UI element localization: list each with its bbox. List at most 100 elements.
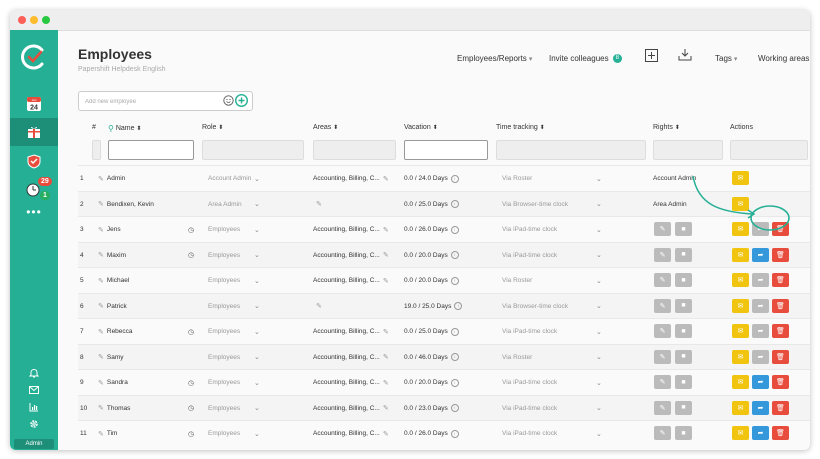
add-employee-input[interactable] xyxy=(83,94,222,109)
role-select[interactable]: Employees xyxy=(208,396,274,421)
edit-icon[interactable]: ✎ xyxy=(383,353,389,361)
employee-name-link[interactable]: ✎ Samy xyxy=(98,345,124,370)
chevron-down-icon[interactable]: ⌄ xyxy=(254,268,260,293)
chevron-down-icon[interactable]: ⌄ xyxy=(596,370,602,395)
edit-icon[interactable]: ✎ xyxy=(316,302,322,310)
sidebar-item-more[interactable]: ••• xyxy=(10,198,58,226)
time-tracking-select[interactable]: Via Roster xyxy=(502,166,592,191)
edit-rights-button[interactable]: ✎ xyxy=(654,400,671,415)
share-button[interactable]: ➦ xyxy=(752,426,769,440)
edit-icon[interactable]: ✎ xyxy=(383,175,389,183)
time-tracking-select[interactable]: Via iPad-time clock xyxy=(502,217,592,242)
delete-button[interactable]: 🗑 xyxy=(772,375,789,389)
share-button[interactable]: ➦ xyxy=(752,222,769,236)
send-mail-button[interactable]: ✉ xyxy=(732,171,749,185)
employee-name-link[interactable]: ✎ Sandra xyxy=(98,370,128,395)
lock-rights-button[interactable]: ■ xyxy=(675,324,692,338)
delete-button[interactable]: 🗑 xyxy=(772,298,789,313)
edit-icon[interactable]: ✎ xyxy=(316,200,322,208)
time-tracking-select[interactable]: Via Browser-time clock xyxy=(502,192,592,217)
lock-rights-button[interactable]: ■ xyxy=(675,273,692,287)
time-tracking-select[interactable]: Via Browser-time clock xyxy=(502,294,592,319)
delete-button[interactable]: 🗑 xyxy=(772,426,789,440)
info-icon[interactable]: i xyxy=(450,225,459,234)
role-select[interactable]: Employees xyxy=(208,370,274,395)
column-header-rights[interactable]: Rights ⬍ xyxy=(653,124,680,131)
sidebar-item-absences[interactable] xyxy=(10,147,58,175)
role-select[interactable]: Employees xyxy=(208,421,274,446)
emoji-icon[interactable] xyxy=(223,95,234,106)
sidebar-item-settings[interactable] xyxy=(10,417,58,431)
minimize-window-button[interactable] xyxy=(30,16,38,24)
send-mail-button[interactable]: ✉ xyxy=(732,426,749,440)
employee-name-link[interactable]: ✎ Rebecca xyxy=(98,319,133,344)
column-header-role[interactable]: Role ⬍ xyxy=(202,124,223,131)
column-header-time-tracking[interactable]: Time tracking ⬍ xyxy=(496,124,545,131)
role-select[interactable]: Employees xyxy=(208,243,274,268)
edit-rights-button[interactable]: ✎ xyxy=(654,298,671,313)
employee-name-link[interactable]: ✎ Maxim xyxy=(98,243,126,268)
nav-working-areas[interactable]: Working areas▾ xyxy=(758,54,810,63)
edit-rights-button[interactable]: ✎ xyxy=(654,349,671,364)
edit-icon[interactable]: ✎ xyxy=(383,251,389,259)
chevron-down-icon[interactable]: ⌄ xyxy=(254,345,260,370)
chevron-down-icon[interactable]: ⌄ xyxy=(254,421,260,446)
add-employee-button[interactable] xyxy=(235,94,248,107)
edit-icon[interactable]: ✎ xyxy=(383,226,389,234)
nav-invite-colleagues[interactable]: Invite colleagues 8 xyxy=(549,54,622,63)
chevron-down-icon[interactable]: ⌄ xyxy=(596,217,602,242)
nav-employees-reports[interactable]: Employees/Reports ▾ xyxy=(457,54,532,63)
role-select[interactable]: Employees xyxy=(208,345,274,370)
lock-rights-button[interactable]: ■ xyxy=(675,298,692,313)
delete-button[interactable]: 🗑 xyxy=(772,324,789,338)
column-header-areas[interactable]: Areas ⬍ xyxy=(313,124,338,131)
employee-name-link[interactable]: ✎ Jens xyxy=(98,217,121,242)
edit-icon[interactable]: ✎ xyxy=(383,277,389,285)
role-select[interactable]: Employees xyxy=(208,319,274,344)
send-mail-button[interactable]: ✉ xyxy=(732,298,749,313)
delete-button[interactable]: 🗑 xyxy=(772,222,789,236)
chevron-down-icon[interactable]: ⌄ xyxy=(596,268,602,293)
time-tracking-select[interactable]: Via iPad-time clock xyxy=(502,370,592,395)
sidebar-item-employees[interactable] xyxy=(10,118,58,146)
employee-name-link[interactable]: ✎ Bendixen, Kevin xyxy=(98,192,154,217)
employee-name-link[interactable]: ✎ Thomas xyxy=(98,396,130,421)
employee-name-link[interactable]: ✎ Patrick xyxy=(98,294,127,319)
share-button[interactable]: ➦ xyxy=(752,273,769,287)
chevron-down-icon[interactable]: ⌄ xyxy=(596,294,602,319)
edit-rights-button[interactable]: ✎ xyxy=(654,426,671,440)
chevron-down-icon[interactable]: ⌄ xyxy=(254,370,260,395)
edit-rights-button[interactable]: ✎ xyxy=(654,375,671,389)
chevron-down-icon[interactable]: ⌄ xyxy=(596,319,602,344)
chevron-down-icon[interactable]: ⌄ xyxy=(596,166,602,191)
chevron-down-icon[interactable]: ⌄ xyxy=(254,192,260,217)
filter-areas[interactable] xyxy=(313,140,396,160)
sidebar-item-messages[interactable] xyxy=(10,383,58,397)
role-select[interactable]: Account Admin xyxy=(208,166,274,191)
info-icon[interactable]: i xyxy=(454,302,463,310)
send-mail-button[interactable]: ✉ xyxy=(732,273,749,287)
chevron-down-icon[interactable]: ⌄ xyxy=(254,396,260,421)
info-icon[interactable]: i xyxy=(450,353,459,361)
send-mail-button[interactable]: ✉ xyxy=(732,400,749,415)
chevron-down-icon[interactable]: ⌄ xyxy=(254,166,260,191)
chevron-down-icon[interactable]: ⌄ xyxy=(254,217,260,242)
info-icon[interactable]: i xyxy=(450,429,459,438)
chevron-down-icon[interactable]: ⌄ xyxy=(596,345,602,370)
lock-rights-button[interactable]: ■ xyxy=(675,375,692,389)
time-tracking-select[interactable]: Via iPad-time clock xyxy=(502,396,592,421)
chevron-down-icon[interactable]: ⌄ xyxy=(254,294,260,319)
edit-icon[interactable]: ✎ xyxy=(383,328,389,336)
share-button[interactable]: ➦ xyxy=(752,247,769,262)
info-icon[interactable]: i xyxy=(450,404,459,412)
edit-rights-button[interactable]: ✎ xyxy=(654,222,671,236)
delete-button[interactable]: 🗑 xyxy=(772,349,789,364)
chevron-down-icon[interactable]: ⌄ xyxy=(254,319,260,344)
time-tracking-select[interactable]: Via iPad-time clock xyxy=(502,243,592,268)
papershift-logo-icon[interactable] xyxy=(20,42,48,72)
chevron-down-icon[interactable]: ⌄ xyxy=(254,243,260,268)
edit-rights-button[interactable]: ✎ xyxy=(654,247,671,262)
share-button[interactable]: ➦ xyxy=(752,349,769,364)
filter-name-input[interactable] xyxy=(108,140,194,160)
column-header-vacation[interactable]: Vacation ⬍ xyxy=(404,124,438,131)
